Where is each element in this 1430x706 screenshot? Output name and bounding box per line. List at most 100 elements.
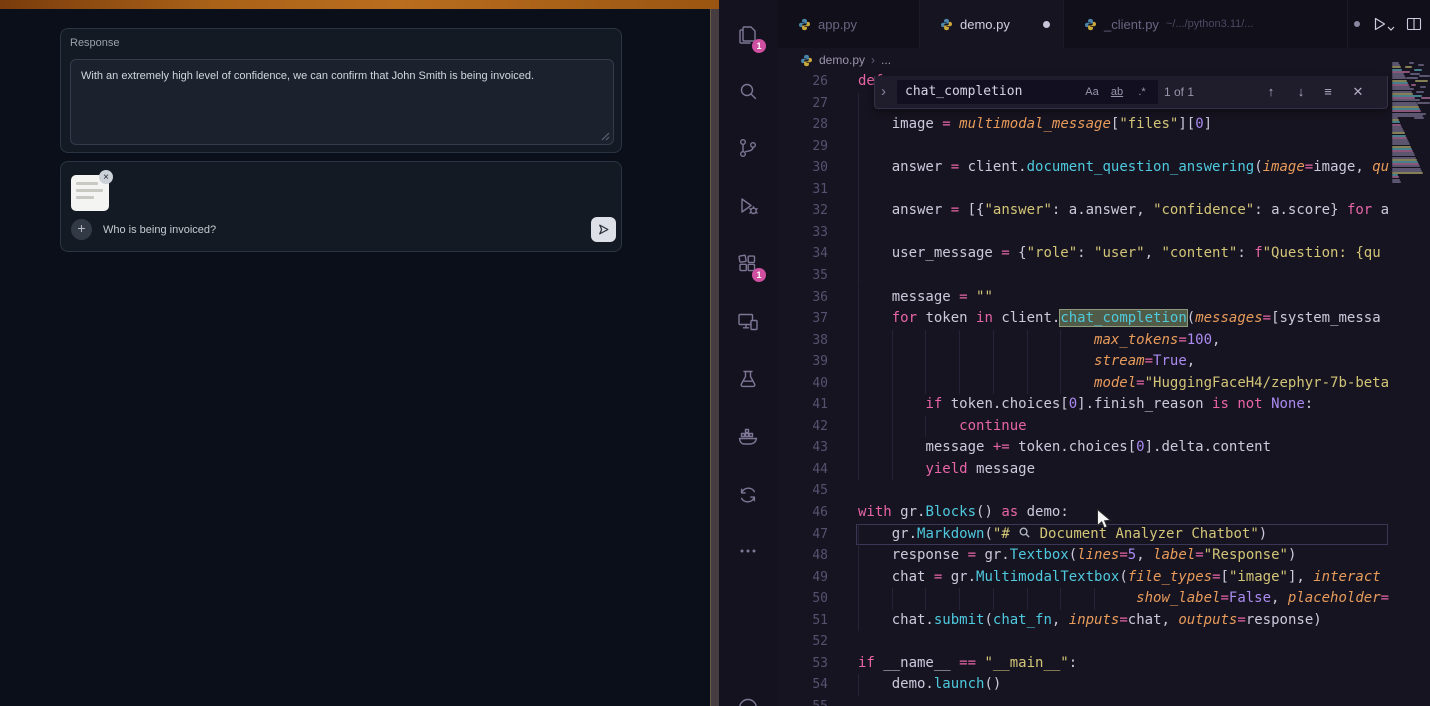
code-line[interactable]: continue (858, 416, 1027, 438)
find-close-button[interactable]: ✕ (1347, 81, 1369, 103)
line-number[interactable]: 46 (778, 502, 828, 524)
line-number[interactable]: 41 (778, 394, 828, 416)
code-line[interactable]: answer = client.document_question_answer… (858, 157, 1389, 179)
line-number[interactable]: 37 (778, 308, 828, 330)
thumbnail-close-button[interactable]: × (99, 170, 113, 184)
run-debug-icon (736, 194, 760, 218)
code-line[interactable]: gr.Markdown("# Document Analyzer Chatbot… (858, 524, 1267, 546)
activity-explorer[interactable]: 1 (728, 15, 768, 55)
line-number[interactable]: 33 (778, 222, 828, 244)
line-number[interactable]: 30 (778, 157, 828, 179)
chat-input-block: × + Who is being invoiced? (60, 161, 622, 252)
line-number[interactable]: 27 (778, 93, 828, 115)
line-number[interactable]: 35 (778, 265, 828, 287)
tab-app.py[interactable]: app.py (778, 0, 920, 48)
line-number[interactable]: 32 (778, 200, 828, 222)
line-number[interactable]: 28 (778, 114, 828, 136)
activity-remote-explorer[interactable] (728, 302, 768, 342)
breadcrumb-file[interactable]: demo.py (819, 53, 865, 67)
find-prev-button[interactable]: ↑ (1260, 81, 1282, 103)
line-number[interactable]: 26 (778, 72, 828, 93)
code-line[interactable]: show_label=False, placeholder= (858, 588, 1389, 610)
line-number[interactable]: 49 (778, 567, 828, 589)
window-divider[interactable] (710, 9, 719, 706)
line-number[interactable]: 52 (778, 631, 828, 653)
find-in-selection-button[interactable]: ≡ (1317, 81, 1339, 103)
response-textarea[interactable]: With an extremely high level of confiden… (70, 59, 614, 145)
code-line[interactable]: max_tokens=100, (858, 330, 1220, 352)
line-number[interactable]: 45 (778, 480, 828, 502)
activity-docker[interactable] (728, 417, 768, 457)
plus-icon: + (77, 220, 85, 236)
code-layer[interactable]: 26def2728 image = multimodal_message["fi… (778, 72, 1430, 706)
find-input[interactable]: chat_completion Aa ab .* (897, 80, 1158, 104)
code-line[interactable]: response = gr.Textbox(lines=5, label="Re… (858, 545, 1296, 567)
line-number[interactable]: 54 (778, 674, 828, 696)
attach-button[interactable]: + (71, 219, 92, 240)
regex-toggle[interactable]: .* (1132, 82, 1152, 102)
code-line[interactable]: user_message = {"role": "user", "content… (858, 243, 1381, 265)
line-number[interactable]: 51 (778, 610, 828, 632)
code-line[interactable]: if token.choices[0].finish_reason is not… (858, 394, 1313, 416)
activity-source-control[interactable] (728, 128, 768, 168)
code-line[interactable]: answer = [{"answer": a.answer, "confiden… (858, 200, 1389, 222)
line-number[interactable]: 55 (778, 696, 828, 706)
line-number[interactable]: 44 (778, 459, 828, 481)
line-number[interactable]: 48 (778, 545, 828, 567)
code-line[interactable]: message = "" (858, 287, 993, 309)
breadcrumb-more[interactable]: ... (881, 53, 891, 67)
minimap-mark (1415, 80, 1428, 82)
activity-sync[interactable] (728, 475, 768, 515)
line-number[interactable]: 39 (778, 351, 828, 373)
line-number[interactable]: 53 (778, 653, 828, 675)
line-number[interactable]: 42 (778, 416, 828, 438)
resize-handle-icon[interactable] (600, 131, 610, 141)
send-button[interactable] (591, 217, 616, 242)
activity-account[interactable] (728, 688, 768, 706)
code-line[interactable]: model="HuggingFaceH4/zephyr-7b-beta (858, 373, 1389, 395)
line-number[interactable]: 43 (778, 437, 828, 459)
modified-dot-icon (1043, 21, 1050, 28)
activity-search[interactable] (728, 71, 768, 111)
find-next-button[interactable]: ↓ (1290, 81, 1312, 103)
activity-testing[interactable] (728, 359, 768, 399)
code-line[interactable]: yield message (858, 459, 1035, 481)
run-python-file-button[interactable] (1371, 16, 1395, 32)
code-line[interactable]: message += token.choices[0].delta.conten… (858, 437, 1271, 459)
code-line[interactable]: for token in client.chat_completion(mess… (858, 308, 1381, 330)
code-line[interactable]: stream=True, (858, 351, 1195, 373)
code-line[interactable]: chat.submit(chat_fn, inputs=chat, output… (858, 610, 1322, 632)
minimap[interactable] (1390, 48, 1430, 706)
tab-label: app.py (818, 17, 857, 32)
response-text: With an extremely high level of confiden… (81, 70, 534, 82)
code-line[interactable]: if __name__ == "__main__": (858, 653, 1077, 675)
code-line[interactable]: chat = gr.MultimodalTextbox(file_types=[… (858, 567, 1381, 589)
activity-run-debug[interactable] (728, 186, 768, 226)
breadcrumb[interactable]: demo.py › ... (800, 48, 891, 72)
split-editor-icon[interactable] (1406, 16, 1422, 32)
line-number[interactable]: 36 (778, 287, 828, 309)
activity-extensions[interactable]: 1 (728, 244, 768, 284)
code-line[interactable]: with gr.Blocks() as demo: (858, 502, 1069, 524)
tab-_client.py[interactable]: _client.py~/.../python3.11/... (1064, 0, 1348, 48)
line-number[interactable]: 47 (778, 524, 828, 546)
find-query: chat_completion (905, 80, 1022, 104)
whole-word-toggle[interactable]: ab (1107, 82, 1127, 102)
line-number[interactable]: 29 (778, 136, 828, 158)
line-number[interactable]: 50 (778, 588, 828, 610)
code-line[interactable]: image = multimodal_message["files"][0] (858, 114, 1212, 136)
line-number[interactable]: 31 (778, 179, 828, 201)
tab-demo.py[interactable]: demo.py (920, 0, 1064, 48)
minimap-mark (1411, 84, 1416, 86)
line-number[interactable]: 38 (778, 330, 828, 352)
find-expand-toggle[interactable]: › (881, 76, 886, 109)
activity-bar: 11 (719, 0, 778, 706)
line-number[interactable]: 40 (778, 373, 828, 395)
match-case-toggle[interactable]: Aa (1082, 82, 1102, 102)
code-line[interactable]: demo.launch() (858, 674, 1001, 696)
chat-message-input[interactable]: Who is being invoiced? (103, 224, 216, 236)
magnifier-emoji (1018, 526, 1031, 539)
line-number[interactable]: 34 (778, 243, 828, 265)
modified-dot-icon (1354, 21, 1360, 27)
activity-more[interactable] (728, 531, 768, 571)
